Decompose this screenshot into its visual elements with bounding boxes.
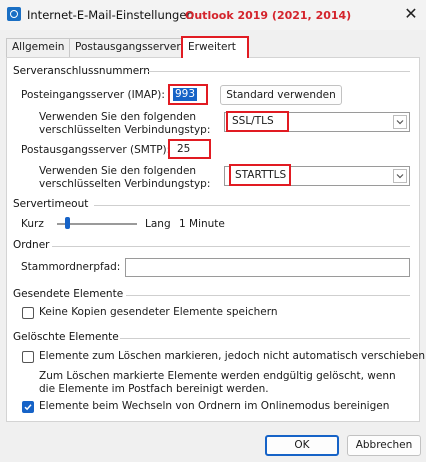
tab-allgemein[interactable]: Allgemein — [6, 38, 70, 57]
timeout-value: 1 Minute — [179, 218, 225, 230]
mark-for-deletion-note: Zum Löschen markierte Elemente werden en… — [39, 370, 396, 395]
timeout-heading: Servertimeout — [13, 198, 89, 210]
outgoing-server-label: Postausgangsserver (SMTP): — [21, 144, 171, 156]
incoming-server-label: Posteingangsserver (IMAP): — [21, 89, 165, 101]
tab-erweitert[interactable]: Erweitert — [181, 36, 249, 58]
divider — [126, 295, 410, 296]
server-ports-heading: Serveranschlussnummern — [13, 65, 150, 77]
incoming-port-value: 993 — [173, 88, 198, 101]
ok-button[interactable]: OK — [265, 435, 339, 456]
folder-heading: Ordner — [13, 239, 50, 251]
outgoing-encryption-value: STARTTLS — [229, 164, 291, 186]
purge-on-switch-checkbox[interactable] — [22, 401, 34, 413]
divider — [52, 246, 410, 247]
chevron-down-icon[interactable] — [393, 115, 407, 129]
outgoing-port-field[interactable]: 25 — [168, 139, 211, 159]
divider — [148, 71, 410, 72]
timeout-short-label: Kurz — [21, 218, 44, 230]
close-icon[interactable]: ✕ — [400, 3, 422, 25]
incoming-encryption-label: Verwenden Sie den folgenden verschlüssel… — [39, 111, 211, 136]
mark-for-deletion-checkbox[interactable] — [22, 351, 34, 363]
divider — [94, 205, 410, 206]
mark-for-deletion-label: Elemente zum Löschen markieren, jedoch n… — [39, 350, 426, 362]
root-folder-label: Stammordnerpfad: — [21, 261, 121, 273]
window-title: Internet-E-Mail-Einstellungen — [27, 8, 194, 22]
root-folder-input[interactable] — [125, 258, 410, 277]
no-copies-checkbox[interactable] — [22, 307, 34, 319]
chevron-down-icon[interactable] — [393, 169, 407, 183]
outlook-settings-icon — [7, 7, 21, 21]
cancel-button[interactable]: Abbrechen — [347, 435, 421, 456]
tab-postausgangsserver[interactable]: Postausgangsserver — [69, 38, 184, 57]
timeout-long-label: Lang — [145, 218, 171, 230]
outgoing-encryption-label: Verwenden Sie den folgenden verschlüssel… — [39, 165, 211, 190]
sent-items-heading: Gesendete Elemente — [13, 288, 124, 300]
use-default-button[interactable]: Standard verwenden — [220, 85, 342, 105]
deleted-items-heading: Gelöschte Elemente — [13, 331, 119, 343]
version-annotation: Outlook 2019 (2021, 2014) — [185, 9, 352, 22]
divider — [120, 338, 410, 339]
purge-on-switch-label: Elemente beim Wechseln von Ordnern im On… — [39, 400, 390, 412]
timeout-slider-thumb[interactable] — [64, 217, 70, 229]
incoming-port-field[interactable]: 993 — [168, 84, 208, 105]
no-copies-label: Keine Kopien gesendeter Elemente speiche… — [39, 306, 278, 318]
checkmark-icon — [24, 404, 32, 411]
incoming-encryption-value: SSL/TLS — [226, 111, 289, 132]
